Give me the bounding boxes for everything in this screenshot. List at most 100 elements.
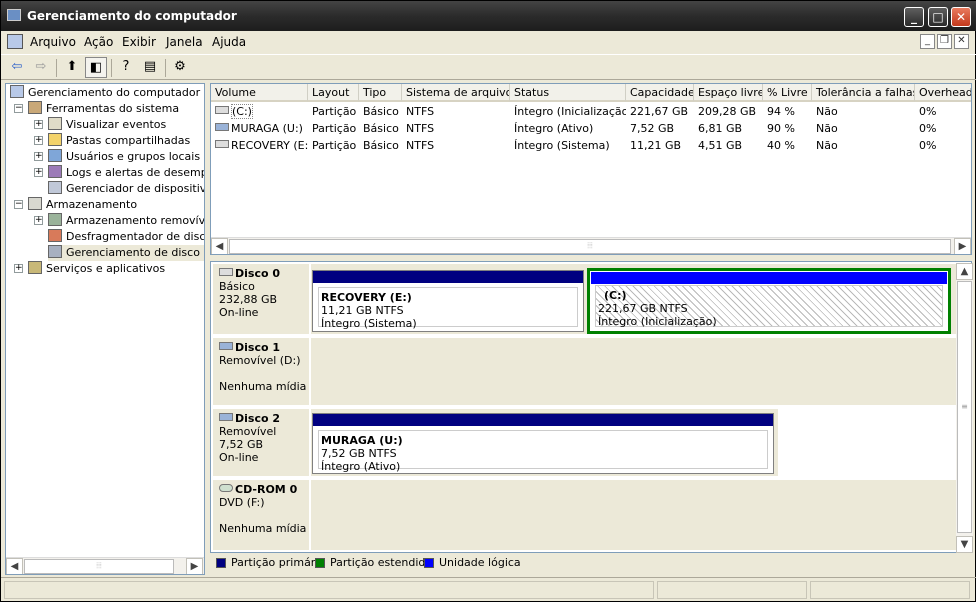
cd-rom-icon — [219, 484, 233, 492]
child-close-button[interactable]: ✕ — [954, 34, 969, 49]
scroll-up-arrow-icon[interactable]: ▲ — [956, 263, 973, 280]
column-header-capacity[interactable]: Capacidade — [626, 84, 694, 102]
collapse-toggle[interactable]: − — [14, 200, 23, 209]
partition-recovery[interactable]: RECOVERY (E:) 11,21 GB NTFS Íntegro (Sis… — [312, 270, 584, 332]
column-header-status[interactable]: Status — [510, 84, 626, 102]
disk-size: 7,52 GB — [219, 438, 264, 451]
column-header-fault-tolerance[interactable]: Tolerância a falhas — [812, 84, 915, 102]
tree-item-storage[interactable]: Armazenamento — [28, 197, 137, 213]
status-bar-pane — [657, 581, 807, 599]
partition-muraga[interactable]: MURAGA (U:) 7,52 GB NTFS Íntegro (Ativo) — [312, 413, 774, 474]
up-folder-icon[interactable]: ⬆ — [61, 57, 83, 78]
child-minimize-button[interactable]: _ — [920, 34, 935, 49]
tree-item-event-viewer[interactable]: Visualizar eventos — [48, 117, 166, 133]
menu-ajuda[interactable]: Ajuda — [212, 35, 246, 49]
column-header-layout[interactable]: Layout — [308, 84, 359, 102]
tree-item-system-tools[interactable]: Ferramentas do sistema — [28, 101, 179, 117]
tree-label: Logs e alertas de desempenho — [66, 166, 204, 179]
expand-toggle[interactable]: + — [34, 168, 43, 177]
cdrom-0-label[interactable]: CD-ROM 0 DVD (F:) Nenhuma mídia — [213, 480, 309, 550]
disk-size — [219, 367, 309, 380]
tree-item-services-applications[interactable]: Serviços e aplicativos — [28, 261, 165, 277]
partition-c-selected[interactable]: (C:) 221,67 GB NTFS Íntegro (Inicializaç… — [587, 268, 951, 334]
tree-item-device-manager[interactable]: Gerenciador de dispositivos — [48, 181, 204, 197]
menu-exibir[interactable]: Exibir — [122, 35, 156, 49]
scroll-thumb[interactable]: ⦙⦙⦙ — [24, 559, 174, 574]
title-bar: Gerenciamento do computador _ □ ✕ — [1, 1, 976, 31]
menu-bar: Arquivo Ação Exibir Janela Ajuda — [1, 31, 976, 53]
tree-horizontal-scrollbar[interactable]: ◀ ⦙⦙⦙ ▶ — [6, 557, 204, 574]
disk-1-label[interactable]: Disco 1 Removível (D:) Nenhuma mídia — [213, 338, 309, 405]
legend-label-logical: Unidade lógica — [439, 556, 521, 569]
maximize-button[interactable]: □ — [928, 7, 948, 27]
scroll-down-arrow-icon[interactable]: ▼ — [956, 536, 973, 553]
properties-icon[interactable]: ⚙ — [169, 57, 191, 78]
scroll-left-arrow-icon[interactable]: ◀ — [211, 238, 228, 254]
disk-type: Removível — [219, 425, 277, 438]
menu-arquivo[interactable]: Arquivo — [30, 35, 76, 49]
export-list-icon[interactable]: ▤ — [139, 57, 161, 78]
disk-type: DVD (F:) — [219, 496, 265, 509]
tree-item-shared-folders[interactable]: Pastas compartilhadas — [48, 133, 190, 149]
child-restore-button[interactable]: ❐ — [937, 34, 952, 49]
column-header-filesystem[interactable]: Sistema de arquivos — [402, 84, 510, 102]
expand-toggle[interactable]: + — [34, 152, 43, 161]
tree-item-disk-defragmenter[interactable]: Desfragmentador de disco — [48, 229, 204, 245]
disk-view-vertical-scrollbar[interactable]: ▲ ≡ ▼ — [956, 263, 973, 553]
minimize-button[interactable]: _ — [904, 7, 924, 27]
column-header-free-space[interactable]: Espaço livre — [694, 84, 763, 102]
cell-filesystem: NTFS — [406, 139, 435, 152]
expand-toggle[interactable]: + — [14, 264, 23, 273]
disk-status: On-line — [219, 451, 259, 464]
mmc-document-icon[interactable] — [7, 34, 23, 49]
cell-filesystem: NTFS — [406, 122, 435, 135]
tree-item-computer-management[interactable]: Gerenciamento do computador (local) — [10, 85, 204, 101]
cell-volume: RECOVERY (E:) — [211, 137, 308, 154]
expand-toggle[interactable]: + — [34, 216, 43, 225]
cell-fault-tolerance: Não — [816, 105, 838, 118]
menu-janela[interactable]: Janela — [166, 35, 203, 49]
tree-item-local-users-groups[interactable]: Usuários e grupos locais — [48, 149, 200, 165]
cell-capacity: 221,67 GB — [630, 105, 689, 118]
tree-label: Visualizar eventos — [66, 118, 167, 131]
partition-size: 221,67 GB NTFS — [598, 302, 688, 315]
disk-row-cdrom: CD-ROM 0 DVD (F:) Nenhuma mídia — [211, 480, 956, 550]
partition-name: MURAGA (U:) — [321, 434, 403, 447]
scroll-left-arrow-icon[interactable]: ◀ — [6, 558, 23, 574]
column-header-overhead[interactable]: Overhead — [915, 84, 971, 102]
disk-name: Disco 2 — [235, 412, 281, 425]
removable-disk-icon — [219, 413, 233, 421]
column-header-percent-free[interactable]: % Livre — [763, 84, 812, 102]
tree-label: Usuários e grupos locais — [66, 150, 201, 163]
scroll-thumb[interactable]: ⦙⦙⦙ — [229, 239, 951, 254]
disk-status: Nenhuma mídia — [219, 380, 307, 393]
show-hide-tree-icon[interactable]: ◧ — [85, 57, 107, 78]
disk-row-0: Disco 0 Básico 232,88 GB On-line RECOVER… — [211, 264, 956, 334]
cell-overhead: 0% — [919, 105, 937, 118]
scroll-right-arrow-icon[interactable]: ▶ — [186, 558, 203, 574]
forward-arrow-icon[interactable]: ⇨ — [30, 57, 52, 78]
volume-name: RECOVERY (E:) — [231, 139, 308, 152]
disk-2-label[interactable]: Disco 2 Removível 7,52 GB On-line — [213, 409, 309, 476]
tree-item-disk-management[interactable]: Gerenciamento de disco — [48, 245, 204, 261]
tree-item-performance-logs[interactable]: Logs e alertas de desempenho — [48, 165, 204, 181]
scroll-thumb[interactable]: ≡ — [957, 281, 972, 533]
status-bar-pane — [810, 581, 970, 599]
volume-list-horizontal-scrollbar[interactable]: ◀ ⦙⦙⦙ ▶ — [211, 237, 971, 254]
disk-0-label[interactable]: Disco 0 Básico 232,88 GB On-line — [213, 264, 309, 334]
expand-toggle[interactable]: + — [34, 136, 43, 145]
cell-layout: Partição — [312, 105, 357, 118]
status-bar-pane — [4, 581, 654, 599]
close-button[interactable]: ✕ — [951, 7, 971, 27]
expand-toggle[interactable]: + — [34, 120, 43, 129]
scroll-right-arrow-icon[interactable]: ▶ — [954, 238, 971, 254]
column-header-type[interactable]: Tipo — [359, 84, 402, 102]
collapse-toggle[interactable]: − — [14, 104, 23, 113]
tree-label: Gerenciamento de disco — [66, 246, 200, 259]
menu-acao[interactable]: Ação — [84, 35, 113, 49]
help-icon[interactable]: ? — [115, 57, 137, 78]
column-header-volume[interactable]: Volume — [211, 84, 308, 102]
back-arrow-icon[interactable]: ⇦ — [6, 57, 28, 78]
tree-item-removable-storage[interactable]: Armazenamento removível — [48, 213, 204, 229]
removable-storage-icon — [48, 213, 62, 226]
